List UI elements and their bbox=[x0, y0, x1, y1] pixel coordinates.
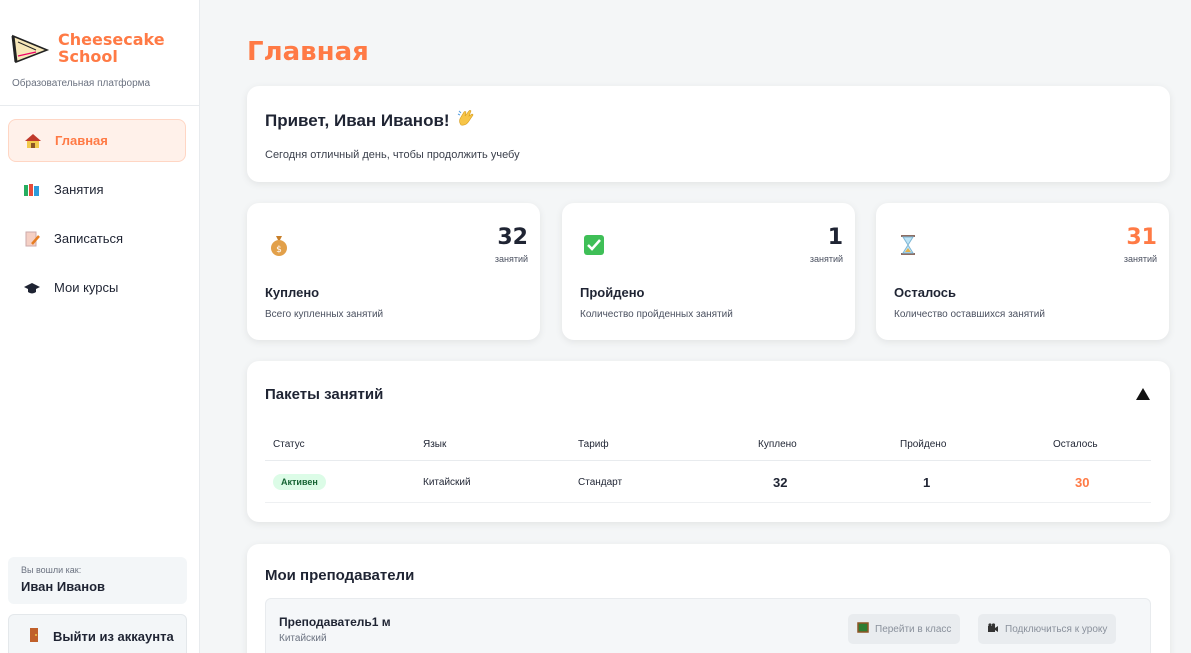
greeting-subtitle: Сегодня отличный день, чтобы продолжить … bbox=[265, 149, 520, 161]
logged-in-label: Вы вошли как: bbox=[21, 565, 82, 575]
sidebar-item-label: Занятия bbox=[54, 182, 104, 197]
hourglass-icon bbox=[896, 233, 920, 257]
packages-table-header: Статус Язык Тариф Куплено Пройдено Остал… bbox=[265, 429, 1151, 461]
video-camera-icon bbox=[987, 622, 999, 637]
status-badge: Активен bbox=[273, 474, 326, 490]
packages-title: Пакеты занятий bbox=[265, 386, 384, 403]
logout-button[interactable]: Выйти из аккаунта bbox=[8, 614, 187, 653]
table-row: Активен Китайский Стандарт 32 1 30 bbox=[265, 462, 1151, 503]
column-header: Пройдено bbox=[900, 439, 947, 450]
stat-card-left: 31 занятий Осталось Количество оставшихс… bbox=[876, 203, 1169, 340]
brand-name-line2: School bbox=[58, 47, 118, 66]
list-item: Преподаватель1 м Китайский Перейти в кла… bbox=[265, 598, 1151, 653]
sidebar-item-label: Записаться bbox=[54, 231, 124, 246]
books-icon bbox=[23, 181, 41, 199]
column-header: Статус bbox=[273, 439, 305, 450]
stat-description: Всего купленных занятий bbox=[265, 309, 384, 320]
teacher-language: Китайский bbox=[279, 633, 327, 644]
chalkboard-icon bbox=[857, 621, 869, 637]
stat-description: Количество пройденных занятий bbox=[580, 309, 733, 320]
teachers-card: Мои преподаватели Преподаватель1 м Китай… bbox=[247, 544, 1170, 653]
column-header: Язык bbox=[423, 439, 447, 450]
stat-value: 31 bbox=[1126, 225, 1157, 250]
stat-unit: занятий bbox=[494, 254, 528, 264]
stat-value: 1 bbox=[827, 225, 843, 250]
greeting-card: Привет, Иван Иванов! Сегодня отличный де… bbox=[247, 86, 1170, 182]
brand-subtitle: Образовательная платформа bbox=[12, 78, 151, 89]
brand-name-line1: Cheesecake bbox=[58, 30, 165, 49]
sidebar-item-my-courses[interactable]: Мои курсы bbox=[8, 266, 186, 309]
stat-title: Осталось bbox=[894, 285, 957, 300]
column-header: Куплено bbox=[758, 439, 797, 450]
sidebar-item-home[interactable]: Главная bbox=[8, 119, 186, 162]
check-box-icon bbox=[582, 233, 606, 257]
left-cell: 30 bbox=[1075, 474, 1090, 490]
sidebar-item-label: Главная bbox=[55, 133, 108, 148]
sidebar-item-enroll[interactable]: Записаться bbox=[8, 217, 186, 260]
language-cell: Китайский bbox=[423, 476, 471, 488]
stat-title: Куплено bbox=[265, 285, 320, 300]
teacher-name: Преподаватель1 м bbox=[279, 615, 391, 629]
sidebar-item-lessons[interactable]: Занятия bbox=[8, 168, 186, 211]
bought-cell: 32 bbox=[773, 474, 788, 490]
user-name: Иван Иванов bbox=[21, 579, 106, 594]
brand: Cheesecake School Образовательная платфо… bbox=[0, 0, 199, 106]
go-to-class-label: Перейти в класс bbox=[875, 623, 952, 635]
teachers-title: Мои преподаватели bbox=[265, 567, 415, 584]
waving-hand-icon bbox=[456, 108, 476, 133]
svg-text:$: $ bbox=[276, 245, 282, 255]
logout-label: Выйти из аккаунта bbox=[53, 629, 174, 644]
cheesecake-slice-icon[interactable] bbox=[10, 28, 50, 68]
sidebar: Cheesecake School Образовательная платфо… bbox=[0, 0, 200, 653]
page-title: Главная bbox=[247, 37, 369, 67]
passed-cell: 1 bbox=[923, 474, 931, 490]
stat-card-passed: 1 занятий Пройдено Количество пройденных… bbox=[562, 203, 855, 340]
stat-unit: занятий bbox=[1123, 254, 1157, 264]
status-cell: Активен bbox=[273, 462, 326, 502]
join-lesson-label: Подключиться к уроку bbox=[1005, 623, 1108, 635]
main-content: Главная Привет, Иван Иванов! Сегодня отл… bbox=[200, 0, 1191, 653]
document-pen-icon bbox=[23, 230, 41, 248]
tariff-cell: Стандарт bbox=[578, 476, 623, 488]
join-lesson-button[interactable]: Подключиться к уроку bbox=[978, 614, 1117, 644]
greeting-title: Привет, Иван Иванов! bbox=[265, 110, 450, 130]
column-header: Тариф bbox=[578, 439, 609, 450]
sidebar-nav: Главная Занятия Записаться Мои курсы bbox=[0, 106, 199, 309]
money-bag-icon: $ bbox=[267, 233, 291, 257]
triangle-up-icon[interactable] bbox=[1135, 387, 1151, 401]
stat-title: Пройдено bbox=[580, 285, 645, 300]
current-user-box: Вы вошли как: Иван Иванов bbox=[8, 557, 187, 604]
stat-unit: занятий bbox=[809, 254, 843, 264]
sidebar-item-label: Мои курсы bbox=[54, 280, 119, 295]
house-icon bbox=[24, 132, 42, 150]
column-header: Осталось bbox=[1053, 439, 1098, 450]
packages-card: Пакеты занятий Статус Язык Тариф Куплено… bbox=[247, 361, 1170, 522]
stat-card-bought: $ 32 занятий Куплено Всего купленных зан… bbox=[247, 203, 540, 340]
graduation-cap-icon bbox=[23, 279, 41, 297]
go-to-class-button[interactable]: Перейти в класс bbox=[848, 614, 961, 644]
door-icon bbox=[29, 627, 39, 646]
stat-value: 32 bbox=[497, 225, 528, 250]
stat-description: Количество оставшихся занятий bbox=[894, 309, 1045, 320]
